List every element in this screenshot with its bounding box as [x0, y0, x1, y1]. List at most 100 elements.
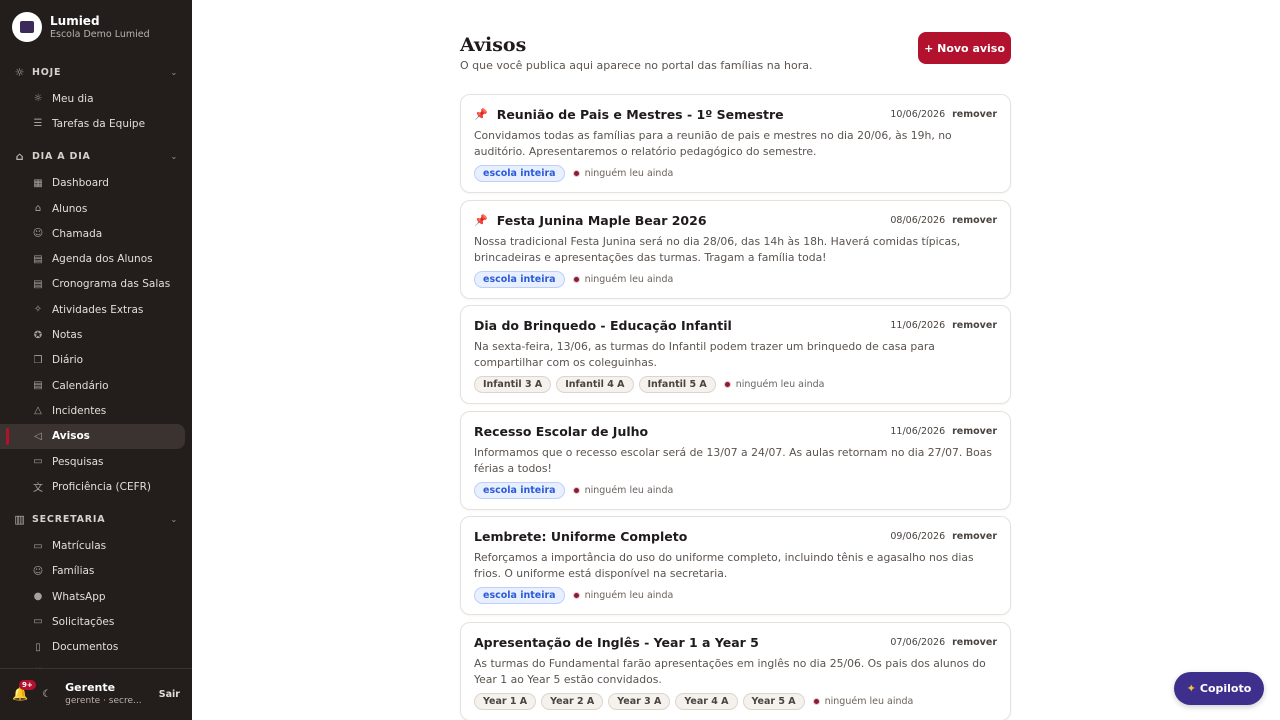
main-content: Avisos O que você publica aqui aparece n… [460, 32, 1011, 720]
section-title: SECRETARIA [32, 513, 106, 525]
sidebar-item-agenda-dos-alunos[interactable]: ▤ Agenda dos Alunos [0, 246, 185, 271]
user-info[interactable]: Gerente gerente · secre... [65, 681, 141, 708]
read-status: ninguém leu ainda [584, 168, 674, 179]
read-status-icon [572, 170, 580, 177]
page-header: Avisos O que você publica aqui aparece n… [460, 32, 1011, 94]
remove-button[interactable]: remover [952, 426, 997, 437]
notice-card[interactable]: Apresentação de Inglês - Year 1 a Year 5… [460, 621, 1011, 720]
section-title: HOJE [32, 66, 62, 78]
sidebar-item-documentos[interactable]: ▯ Documentos [0, 635, 185, 660]
sidebar-item-label: Pesquisas [52, 455, 104, 468]
read-status-icon [572, 486, 580, 494]
sparkles-icon: ✧ [33, 304, 43, 316]
audience-tag: Year 3 A [608, 692, 671, 710]
notice-card[interactable]: 📌 Festa Junina Maple Bear 2026 08/06/2026 r… [460, 199, 1011, 299]
sidebar-item-matriculas[interactable]: ▭ Matrículas [0, 533, 185, 558]
section-header-secretaria[interactable]: ▥ SECRETARIA ⌄ [0, 505, 192, 533]
notice-date: 11/06/2026 [890, 320, 946, 332]
pin-icon: 📌 [474, 213, 488, 227]
sidebar-item-chamada[interactable]: ☺ Chamada [0, 221, 185, 246]
sidebar-item-label: Cronograma das Salas [52, 278, 171, 291]
sidebar-item-label: Solicitações [52, 615, 115, 628]
notice-header: Apresentação de Inglês - Year 1 a Year 5… [474, 633, 997, 652]
sidebar-item-whatsapp[interactable]: ● WhatsApp [0, 584, 185, 609]
sidebar-item-label: Documentos [52, 641, 119, 654]
notifications-bell-icon[interactable]: 🔔 9+ [12, 680, 36, 702]
read-status: ninguém leu ainda [584, 590, 674, 602]
clipboard-icon: ▭ [33, 456, 43, 467]
notice-header: Recesso Escolar de Julho 11/06/2026 remove… [474, 422, 997, 441]
sidebar: Lumied Escola Demo Lumied ☼ HOJE ⌄ ☼ Meu dia… [0, 0, 192, 720]
new-notice-button[interactable]: + Novo aviso [918, 32, 1011, 64]
logout-button[interactable]: Sair [159, 689, 180, 700]
notice-date: 09/06/2026 [890, 531, 946, 543]
languages-icon: 文 [33, 483, 43, 495]
remove-button[interactable]: remover [952, 109, 997, 120]
sidebar-item-label: Tarefas da Equipe [52, 117, 146, 130]
notice-header: Lembrete: Uniforme Completo 09/06/2026 rem… [474, 527, 997, 546]
sidebar-item-avisos[interactable]: ◁ Avisos [0, 423, 185, 449]
sidebar-item-label: Meu dia [52, 92, 94, 105]
sidebar-item-label: Matrículas [52, 540, 107, 553]
notice-card[interactable]: 📌 Reunião de Pais e Mestres - 1º Semestre… [460, 94, 1011, 193]
sidebar-item-proficiencia-cefr[interactable]: 文 Proficiência (CEFR) [0, 474, 185, 499]
read-status-icon [812, 697, 820, 705]
user-bar: 🔔 9+ ☾ Gerente gerente · secre... Sair [0, 668, 192, 720]
sidebar-item-solicitacoes[interactable]: ▭ Solicitações [0, 609, 185, 634]
sidebar-item-tarefas-da-equipe[interactable]: ☰ Tarefas da Equipe [0, 111, 185, 136]
file-icon: ▯ [35, 641, 41, 653]
copilot-label: Copiloto [1199, 682, 1252, 695]
notice-header: 📌 Festa Junina Maple Bear 2026 08/06/2026 r… [474, 211, 997, 230]
sidebar-item-incidentes[interactable]: △ Incidentes [0, 398, 185, 423]
sidebar-item-diario[interactable]: ❒ Diário [0, 348, 185, 373]
notice-audience: escola inteira ninguém leu ainda [474, 270, 997, 288]
sidebar-nav: ☼ HOJE ⌄ ☼ Meu dia ☰ Tarefas da Equipe ⌂ DIA A D… [0, 58, 192, 668]
notice-card[interactable]: Recesso Escolar de Julho 11/06/2026 remove… [460, 410, 1011, 510]
sidebar-item-label: Calendário [52, 379, 109, 392]
sidebar-item-cronograma-das-salas[interactable]: ▤ Cronograma das Salas [0, 272, 185, 297]
sidebar-item-dashboard[interactable]: ▦ Dashboard [0, 171, 185, 196]
audience-tag: escola inteira [474, 481, 565, 499]
sidebar-item-meu-dia[interactable]: ☼ Meu dia [0, 86, 185, 111]
read-status: ninguém leu ainda [584, 484, 674, 496]
section-header-hoje[interactable]: ☼ HOJE ⌄ [0, 58, 192, 86]
notice-audience: escola inteira ninguém leu ainda [474, 165, 997, 182]
remove-button[interactable]: remover [952, 531, 997, 542]
sidebar-item-pesquisas[interactable]: ▭ Pesquisas [0, 449, 185, 474]
copilot-button[interactable]: ✦ Copiloto [1174, 672, 1264, 705]
read-status: ninguém leu ainda [584, 273, 674, 285]
section-header-dia-a-dia[interactable]: ⌂ DIA A DIA ⌄ [0, 143, 192, 171]
building-icon: ▥ [14, 512, 26, 526]
message-square-icon: ▭ [33, 616, 43, 628]
read-status-icon [723, 381, 731, 389]
user-check-icon: ☺ [32, 228, 44, 240]
audience-tag: escola inteira [474, 165, 565, 182]
sidebar-item-alunos[interactable]: ⌂ Alunos [0, 196, 185, 221]
notice-card[interactable]: Lembrete: Uniforme Completo 09/06/2026 rem… [460, 516, 1011, 616]
sidebar-item-label: Diário [52, 354, 84, 367]
audience-tag: escola inteira [474, 587, 565, 605]
remove-button[interactable]: remover [952, 320, 997, 331]
remove-button[interactable]: remover [952, 637, 997, 648]
sidebar-item-atestados[interactable]: ♡Atestados [0, 660, 185, 668]
calendar-icon: ▤ [33, 380, 43, 392]
graduation-cap-icon: ⌂ [15, 150, 25, 164]
school-logo [12, 12, 42, 42]
sidebar-item-familias[interactable]: ☺ Famílias [0, 559, 185, 584]
sidebar-item-atividades-extras[interactable]: ✧ Atividades Extras [0, 297, 185, 322]
sidebar-item-label: Avisos [52, 430, 90, 443]
dark-mode-toggle-icon[interactable]: ☾ [42, 689, 51, 700]
sidebar-item-label: Alunos [52, 202, 88, 215]
audience-tag: Infantil 3 A [474, 376, 552, 394]
chevron-down-icon: ⌄ [170, 152, 178, 162]
sidebar-item-calendario[interactable]: ▤ Calendário [0, 373, 185, 398]
user-role: gerente · secre... [65, 696, 142, 706]
graduation-cap-icon: ⌂ [34, 203, 42, 215]
sidebar-item-notas[interactable]: ✪ Notas [0, 322, 185, 347]
notice-card[interactable]: Dia do Brinquedo - Educação Infantil 11/0… [460, 305, 1011, 405]
brand[interactable]: Lumied Escola Demo Lumied [0, 0, 192, 54]
chat-bubble-icon: ● [33, 591, 43, 603]
notice-title: Apresentação de Inglês - Year 1 a Year 5 [474, 634, 759, 650]
remove-button[interactable]: remover [952, 215, 997, 226]
read-status: ninguém leu ainda [735, 379, 825, 391]
